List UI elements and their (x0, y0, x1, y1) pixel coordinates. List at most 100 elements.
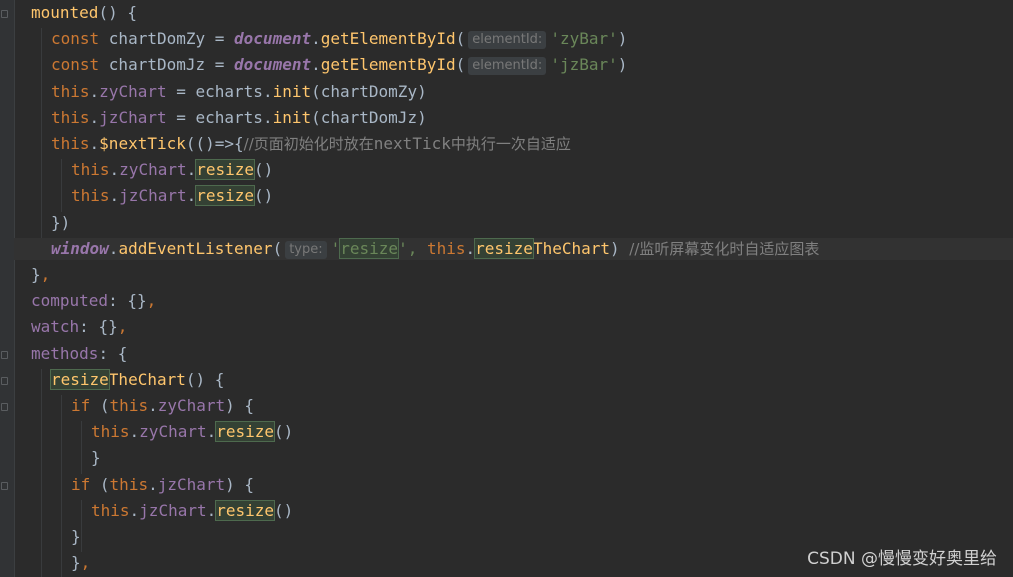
code-line[interactable]: this.jzChart.resize() (31, 499, 294, 522)
code-token: resize (50, 368, 110, 390)
code-line[interactable]: this.zyChart = echarts.init(chartDomZy) (31, 81, 427, 103)
code-area[interactable]: mounted() {const chartDomZy = document.g… (0, 0, 1013, 577)
code-line[interactable]: }, (31, 264, 50, 286)
code-token: const (51, 29, 109, 49)
code-token: mounted (31, 3, 99, 22)
code-token: . (206, 500, 217, 520)
code-token: zyChart (99, 81, 167, 101)
code-token: this (71, 160, 110, 180)
code-token: document (234, 29, 312, 49)
code-token: computed (31, 291, 109, 311)
code-token: . (89, 134, 100, 153)
code-token: (chartDomJz) (311, 107, 427, 127)
code-token: . (186, 160, 197, 180)
code-token: ) (617, 29, 628, 49)
code-token: 'zyBar' (550, 29, 618, 49)
code-token: window (51, 238, 109, 258)
code-line[interactable]: } (31, 526, 81, 548)
code-token: ', (398, 238, 427, 258)
code-token: () { (98, 3, 137, 22)
code-token: getElementById (320, 29, 456, 49)
code-line[interactable]: computed: {}, (31, 290, 156, 312)
code-token: addEventListener (118, 238, 273, 258)
code-token: chartDomZy = (108, 29, 235, 49)
code-line[interactable]: this.$nextTick(()=>{//页面初始化时放在nextTick中执… (31, 133, 571, 155)
code-token: resize (474, 237, 534, 259)
code-token: } (71, 553, 81, 573)
code-token: . (89, 81, 100, 101)
code-line[interactable]: methods: { (31, 343, 127, 365)
code-token: this (71, 186, 110, 206)
code-token: this (109, 474, 149, 494)
code-token: . (108, 238, 119, 258)
code-token: document (234, 55, 312, 75)
code-token: TheChart (108, 369, 186, 389)
code-line[interactable]: } (31, 447, 101, 469)
code-token: , (80, 553, 91, 573)
code-line[interactable]: const chartDomJz = document.getElementBy… (31, 54, 627, 76)
code-token: 'jzBar' (550, 55, 618, 75)
code-token: TheChart (532, 238, 610, 258)
code-token: chartDomJz = (108, 55, 235, 75)
code-token: resize (215, 499, 276, 521)
code-editor[interactable]: mounted() {const chartDomZy = document.g… (0, 0, 1013, 577)
code-token: : {} (79, 317, 118, 337)
code-token: () (274, 422, 294, 442)
parameter-hint: elementId: (468, 57, 547, 76)
code-token: } (31, 265, 41, 284)
code-token: $nextTick (99, 134, 186, 153)
code-line[interactable]: if (this.jzChart) { (31, 474, 254, 496)
code-token: . (148, 474, 158, 494)
code-token: (chartDomZy) (311, 81, 427, 101)
code-token: zyChart (157, 396, 226, 415)
code-line[interactable]: watch: {}, (31, 316, 127, 338)
watermark: CSDN @慢慢变好奥里给 (807, 549, 997, 569)
code-line[interactable]: this.zyChart.resize() (31, 421, 293, 443)
code-line[interactable]: this.zyChart.resize() (31, 159, 273, 181)
code-token: . (465, 238, 476, 258)
code-token: getElementById (320, 55, 456, 75)
code-token: this (426, 238, 466, 258)
code-line[interactable]: }) (31, 212, 70, 234)
code-token: ( (455, 55, 466, 75)
code-token: this (51, 107, 90, 127)
code-token: . (129, 500, 140, 520)
code-token: . (129, 422, 140, 442)
code-token: jzChart (99, 107, 167, 127)
code-token: : { (98, 343, 128, 363)
code-line[interactable]: this.jzChart = echarts.init(chartDomJz) (31, 107, 427, 129)
code-line[interactable]: mounted() { (31, 2, 137, 24)
code-token: . (186, 186, 197, 206)
code-token: resize (195, 159, 256, 181)
code-token: . (148, 396, 158, 415)
parameter-hint: type: (285, 240, 327, 259)
code-line[interactable]: resizeTheChart() { (31, 368, 224, 391)
code-token: ( (99, 474, 110, 494)
current-code-line[interactable]: window.addEventListener(type:'resize', t… (14, 237, 1013, 260)
code-token: (()=>{ (185, 134, 244, 153)
code-token: = echarts. (166, 81, 273, 101)
code-line[interactable]: if (this.zyChart) { (31, 395, 254, 417)
code-token: this (91, 500, 130, 520)
code-token: . (89, 107, 100, 127)
code-token: ( (272, 238, 283, 258)
code-line[interactable]: this.jzChart.resize() (31, 185, 273, 207)
code-token: } (71, 527, 81, 546)
code-token: this (91, 422, 130, 442)
code-token: jzChart (139, 500, 207, 520)
code-token: () (274, 500, 294, 520)
code-token: //监听屏幕变化时自适应图表 (629, 239, 820, 258)
code-token: methods (31, 343, 99, 363)
code-token: const (51, 55, 109, 75)
code-token: this (109, 396, 149, 415)
code-token: . (311, 55, 321, 75)
code-line[interactable]: }, (31, 552, 90, 574)
code-token: zyChart (139, 422, 207, 442)
code-token: . (109, 186, 120, 206)
code-token: }) (51, 212, 71, 232)
code-line[interactable]: const chartDomZy = document.getElementBy… (31, 28, 627, 50)
code-token: if (71, 474, 100, 494)
code-token: . (206, 422, 217, 442)
code-token: , (146, 291, 157, 311)
code-token: ) (610, 238, 630, 258)
